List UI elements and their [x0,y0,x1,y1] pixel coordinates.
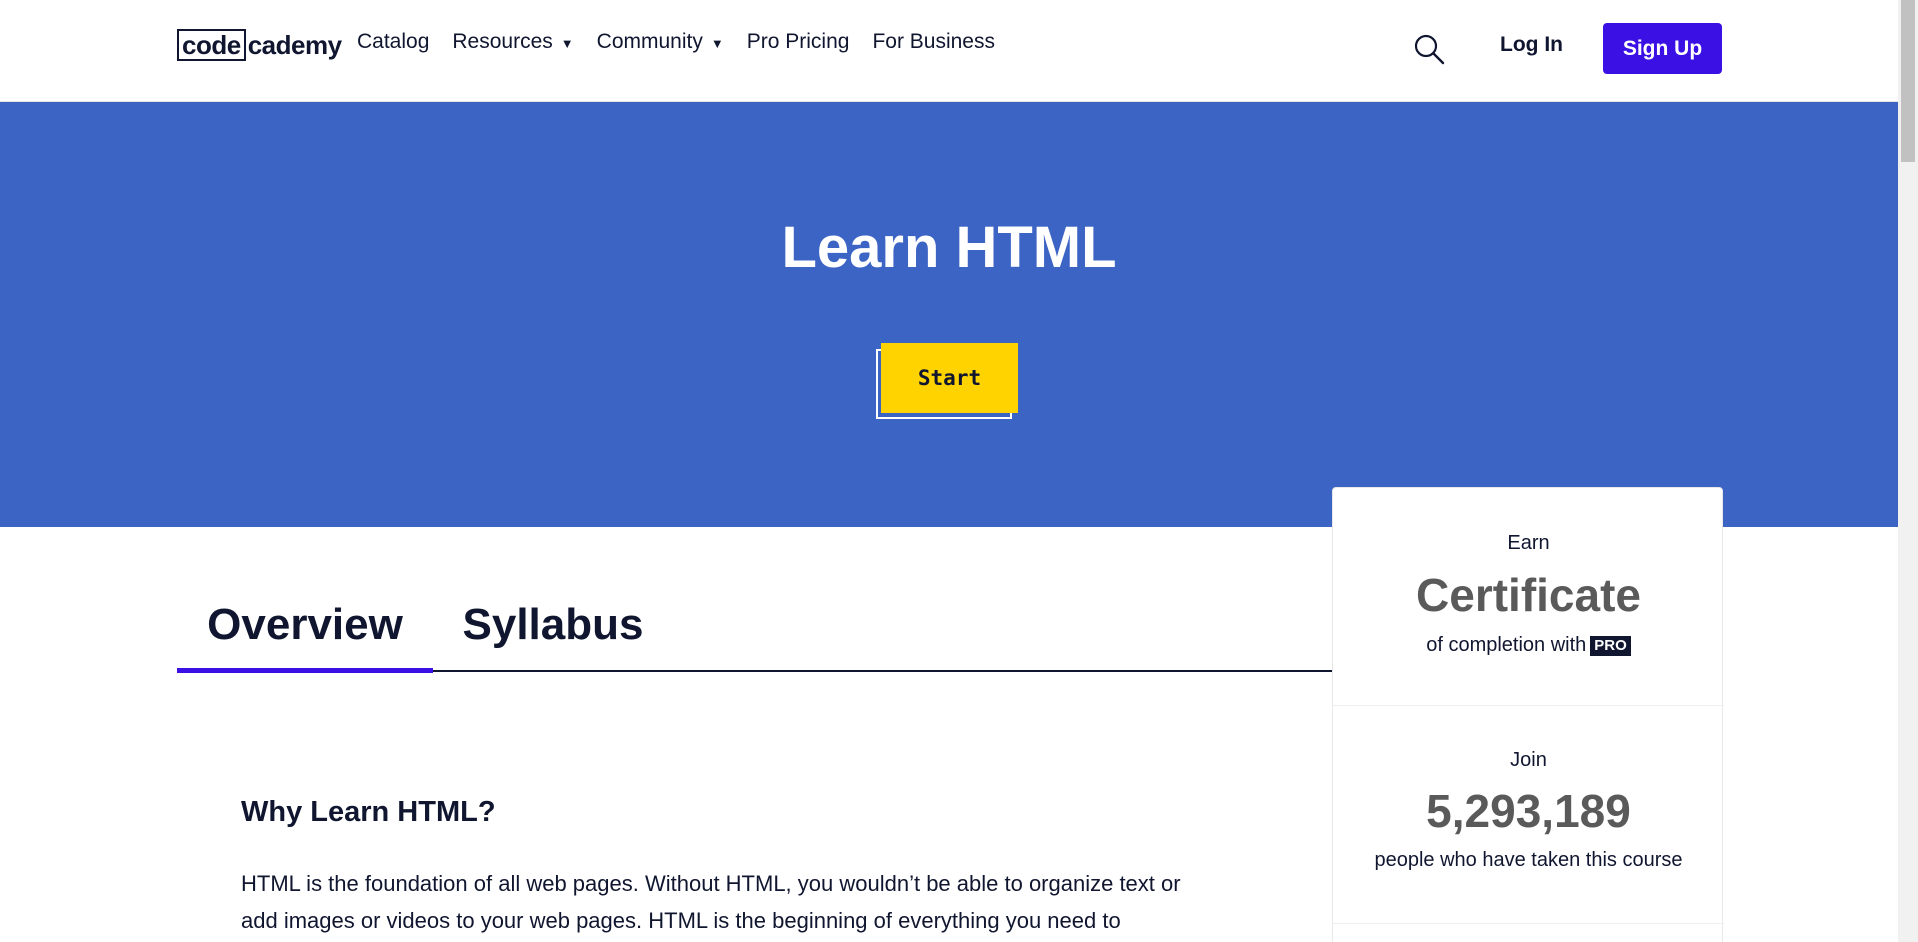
course-tabs: Overview Syllabus [177,600,1332,673]
active-tab-indicator [177,668,433,673]
logo-boxed-text: code [177,29,246,61]
completion-text-row: of completion with PRO [1333,634,1724,657]
learners-text: people who have taken this course [1374,849,1683,871]
logo-rest-text: cademy [247,29,342,60]
search-icon [1414,34,1445,65]
nav-for-business-link[interactable]: For Business [872,30,995,54]
course-info-card: Earn Certificate of completion with PRO J… [1332,487,1724,942]
chevron-down-icon: ▼ [560,36,574,51]
tab-overview[interactable]: Overview [177,600,433,670]
course-title: Learn HTML [781,215,1117,280]
join-label: Join [1510,749,1547,771]
section-paragraph: HTML is the foundation of all web pages.… [241,871,1181,933]
nav-catalog-link[interactable]: Catalog [357,30,429,54]
nav-link-label: Community [596,30,703,53]
learners-section: Join 5,293,189 people who have taken thi… [1333,706,1724,924]
signup-button[interactable]: Sign Up [1603,23,1722,74]
page: code cademy Catalog Resources ▼ Community… [0,0,1918,942]
section-heading: Why Learn HTML? [241,796,496,828]
nav-link-label: Resources [452,30,553,53]
pro-badge: PRO [1590,635,1631,656]
login-link[interactable]: Log In [1500,33,1563,57]
certificate-section: Earn Certificate of completion with PRO [1333,488,1724,706]
scrollbar-thumb[interactable] [1901,0,1915,162]
start-button-wrapper: Start [876,343,1018,419]
top-nav: code cademy Catalog Resources ▼ Community… [0,0,1898,102]
nav-link-label: For Business [872,30,995,53]
page-scrollbar[interactable] [1898,0,1918,942]
nav-community-dropdown[interactable]: Community ▼ [597,30,724,54]
chevron-down-icon: ▼ [710,36,724,51]
hero-banner: Learn HTML Start [0,102,1898,527]
earn-label: Earn [1507,532,1550,554]
search-button[interactable] [1413,33,1445,65]
tab-syllabus[interactable]: Syllabus [433,600,673,670]
nav-links: Catalog Resources ▼ Community ▼ Pro Pric… [357,30,1018,54]
codecademy-logo[interactable]: code cademy [177,28,342,62]
completion-text: of completion with [1426,634,1587,656]
nav-resources-dropdown[interactable]: Resources ▼ [452,30,573,54]
nav-link-label: Pro Pricing [746,30,850,53]
nav-link-label: Catalog [357,30,430,53]
start-button[interactable]: Start [881,343,1018,413]
nav-pro-pricing-link[interactable]: Pro Pricing [747,30,850,54]
learner-count: 5,293,189 [1426,785,1631,837]
certificate-label: Certificate [1416,569,1641,621]
